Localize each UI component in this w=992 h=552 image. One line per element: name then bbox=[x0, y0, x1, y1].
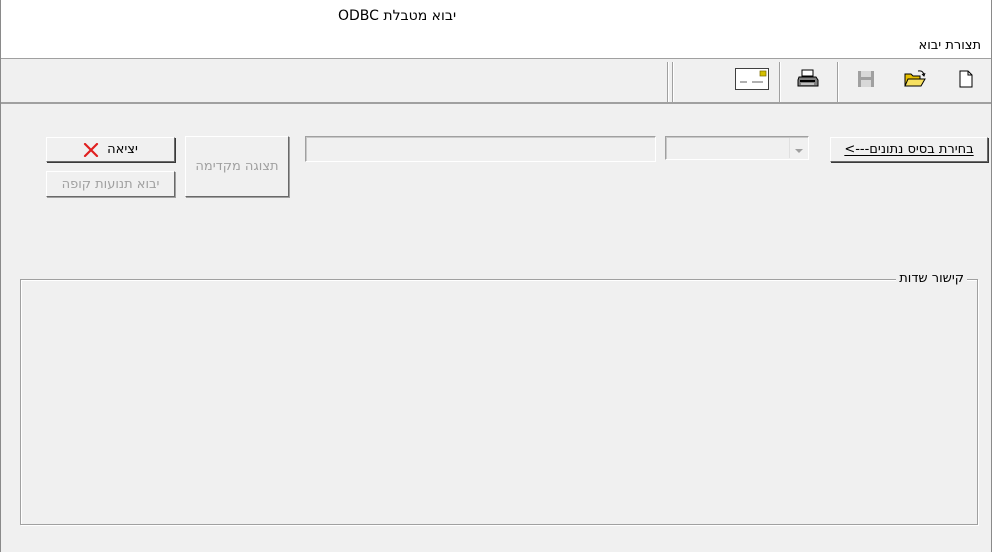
exit-label: יציאה bbox=[107, 142, 138, 157]
toolbar-separator bbox=[779, 62, 781, 102]
select-database-label: בחירת בסיס נתונים---> bbox=[844, 142, 974, 157]
select-database-button[interactable]: בחירת בסיס נתונים---> bbox=[830, 137, 988, 162]
toolbar-grip bbox=[667, 62, 669, 102]
title-bar[interactable]: יבוא מטבלת ODBC bbox=[1, 0, 991, 32]
envelope-icon bbox=[735, 68, 769, 94]
toolbar-separator bbox=[837, 62, 839, 102]
combo-dropdown-button[interactable] bbox=[789, 138, 807, 158]
exit-button[interactable]: יציאה bbox=[46, 137, 175, 162]
field-mapping-group: קישור שדות bbox=[20, 271, 978, 525]
field-mapping-legend: קישור שדות bbox=[896, 271, 967, 286]
new-button[interactable] bbox=[951, 67, 981, 95]
toolbar-grip bbox=[672, 62, 674, 102]
close-icon bbox=[83, 142, 99, 157]
open-button[interactable] bbox=[900, 67, 930, 95]
printer-icon bbox=[797, 69, 819, 93]
toolbar bbox=[1, 58, 991, 104]
menu-bar: תצורת יבוא bbox=[1, 32, 991, 58]
import-cash-transactions-button[interactable]: יבוא תנועות קופה bbox=[46, 171, 175, 197]
odbc-import-window: יבוא מטבלת ODBC תצורת יבוא בחירת בסיס נת… bbox=[0, 0, 992, 552]
window-title: יבוא מטבלת ODBC bbox=[338, 8, 457, 24]
print-button[interactable] bbox=[793, 67, 823, 95]
open-folder-icon bbox=[904, 70, 926, 92]
preview-label: תצוגה מקדימה bbox=[195, 159, 279, 174]
preview-button[interactable]: תצוגה מקדימה bbox=[185, 136, 289, 197]
client-area: בחירת בסיס נתונים---> תצוגה מקדימה יציאה bbox=[1, 104, 991, 552]
chevron-down-icon bbox=[794, 139, 804, 158]
database-combo[interactable] bbox=[665, 136, 809, 160]
import-cash-transactions-label: יבוא תנועות קופה bbox=[61, 176, 160, 192]
save-disk-icon bbox=[857, 70, 875, 92]
menu-item-import-config[interactable]: תצורת יבוא bbox=[919, 38, 981, 53]
new-document-icon bbox=[958, 70, 974, 92]
database-path-field[interactable] bbox=[305, 136, 656, 162]
email-button[interactable] bbox=[734, 67, 770, 95]
save-button[interactable] bbox=[851, 67, 881, 95]
